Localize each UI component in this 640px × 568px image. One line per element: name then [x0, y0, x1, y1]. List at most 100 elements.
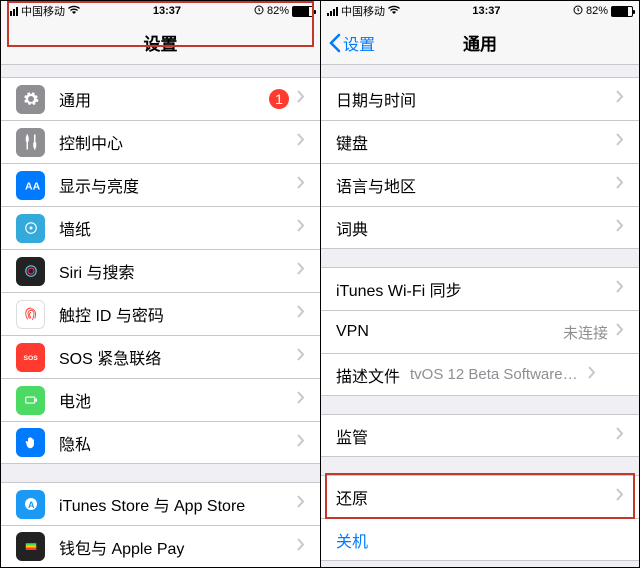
fingerprint-icon [16, 300, 45, 329]
row-reset[interactable]: 还原 [321, 475, 639, 518]
phone-left: 中国移动 13:37 82% 设置 通用 1 [1, 1, 320, 567]
chevron-right-icon [616, 133, 624, 151]
row-shutdown[interactable]: 关机 [321, 518, 639, 561]
row-sos[interactable]: SOS SOS 紧急联络 [1, 335, 320, 378]
chevron-right-icon [297, 133, 305, 151]
row-label: 语言与地区 [336, 173, 608, 197]
appstore-icon: A [16, 490, 45, 519]
chevron-right-icon [616, 280, 624, 298]
sos-icon: SOS [16, 343, 45, 372]
row-itunes-store[interactable]: A iTunes Store 与 App Store [1, 482, 320, 525]
page-title: 通用 [463, 30, 497, 55]
chevron-right-icon [297, 495, 305, 513]
signal-icon [7, 7, 18, 16]
battery-icon [292, 6, 314, 17]
row-label: iTunes Store 与 App Store [59, 492, 289, 516]
chevron-right-icon [297, 434, 305, 452]
row-label: SOS 紧急联络 [59, 345, 289, 369]
row-label: 显示与亮度 [59, 173, 289, 197]
badge: 1 [269, 89, 289, 109]
hand-icon [16, 428, 45, 457]
row-label: Siri 与搜索 [59, 259, 289, 283]
row-control-center[interactable]: 控制中心 [1, 120, 320, 163]
carrier-label: 中国移动 [341, 3, 385, 19]
row-datetime[interactable]: 日期与时间 [321, 77, 639, 120]
chevron-right-icon [297, 305, 305, 323]
chevron-right-icon [616, 90, 624, 108]
row-wallpaper[interactable]: 墙纸 [1, 206, 320, 249]
chevron-right-icon [297, 391, 305, 409]
chevron-right-icon [616, 488, 624, 506]
svg-text:AA: AA [25, 181, 40, 193]
display-icon: AA [16, 171, 45, 200]
settings-list[interactable]: 通用 1 控制中心 AA 显示与亮度 [1, 65, 320, 567]
row-detail: 未连接 [563, 322, 608, 343]
back-button[interactable]: 设置 [329, 31, 375, 55]
wifi-icon [388, 5, 400, 18]
row-label: 触控 ID 与密码 [59, 302, 289, 326]
row-label: 钱包与 Apple Pay [59, 535, 289, 559]
general-list[interactable]: 日期与时间 键盘 语言与地区 词典 iTunes Wi-Fi 同步 V [321, 65, 639, 567]
status-bar: 中国移动 13:37 82% [321, 1, 639, 21]
row-label: 墙纸 [59, 216, 289, 240]
chevron-right-icon [297, 219, 305, 237]
row-label: 隐私 [59, 431, 289, 455]
page-title: 设置 [144, 30, 178, 55]
row-label: 键盘 [336, 130, 608, 154]
row-privacy[interactable]: 隐私 [1, 421, 320, 464]
wallpaper-icon [16, 214, 45, 243]
status-bar: 中国移动 13:37 82% [1, 1, 320, 21]
row-wallet[interactable]: 钱包与 Apple Pay [1, 525, 320, 567]
chevron-right-icon [616, 219, 624, 237]
gear-icon [16, 85, 45, 114]
row-label: 电池 [59, 388, 289, 412]
chevron-right-icon [588, 366, 596, 384]
wifi-icon [68, 5, 80, 18]
back-label: 设置 [343, 31, 375, 55]
battery-icon [611, 6, 633, 17]
siri-icon [16, 257, 45, 286]
row-label: 通用 [59, 87, 269, 111]
row-dictionary[interactable]: 词典 [321, 206, 639, 249]
row-label: 词典 [336, 216, 608, 240]
row-label: 监管 [336, 424, 608, 448]
chevron-right-icon [616, 323, 624, 341]
chevron-right-icon [616, 427, 624, 445]
nav-bar: 设置 [1, 21, 320, 65]
row-siri[interactable]: Siri 与搜索 [1, 249, 320, 292]
row-language[interactable]: 语言与地区 [321, 163, 639, 206]
row-label: iTunes Wi-Fi 同步 [336, 277, 608, 301]
row-display[interactable]: AA 显示与亮度 [1, 163, 320, 206]
row-battery[interactable]: 电池 [1, 378, 320, 421]
battery-pct: 82% [586, 5, 608, 17]
row-vpn[interactable]: VPN 未连接 [321, 310, 639, 353]
row-label: 还原 [336, 485, 608, 509]
alarm-icon [573, 5, 583, 18]
battery-icon [16, 386, 45, 415]
alarm-icon [254, 5, 264, 18]
chevron-right-icon [297, 90, 305, 108]
chevron-right-icon [297, 176, 305, 194]
chevron-right-icon [297, 538, 305, 556]
svg-text:SOS: SOS [23, 355, 38, 362]
chevron-right-icon [616, 176, 624, 194]
row-itunes-wifi[interactable]: iTunes Wi-Fi 同步 [321, 267, 639, 310]
wallet-icon [16, 532, 45, 561]
svg-text:A: A [28, 500, 35, 510]
battery-pct: 82% [267, 5, 289, 17]
chevron-right-icon [297, 262, 305, 280]
row-touchid[interactable]: 触控 ID 与密码 [1, 292, 320, 335]
carrier-label: 中国移动 [21, 3, 65, 19]
sliders-icon [16, 128, 45, 157]
row-label: 描述文件 [336, 363, 400, 387]
row-profile[interactable]: 描述文件 tvOS 12 Beta Software Profile [321, 353, 639, 396]
row-keyboard[interactable]: 键盘 [321, 120, 639, 163]
row-label: 日期与时间 [336, 87, 608, 111]
signal-icon [327, 7, 338, 16]
time-label: 13:37 [153, 5, 181, 17]
row-label: VPN [336, 323, 563, 341]
row-label: 关机 [336, 528, 624, 552]
row-general[interactable]: 通用 1 [1, 77, 320, 120]
row-detail: tvOS 12 Beta Software Profile [410, 366, 580, 383]
row-supervision[interactable]: 监管 [321, 414, 639, 457]
